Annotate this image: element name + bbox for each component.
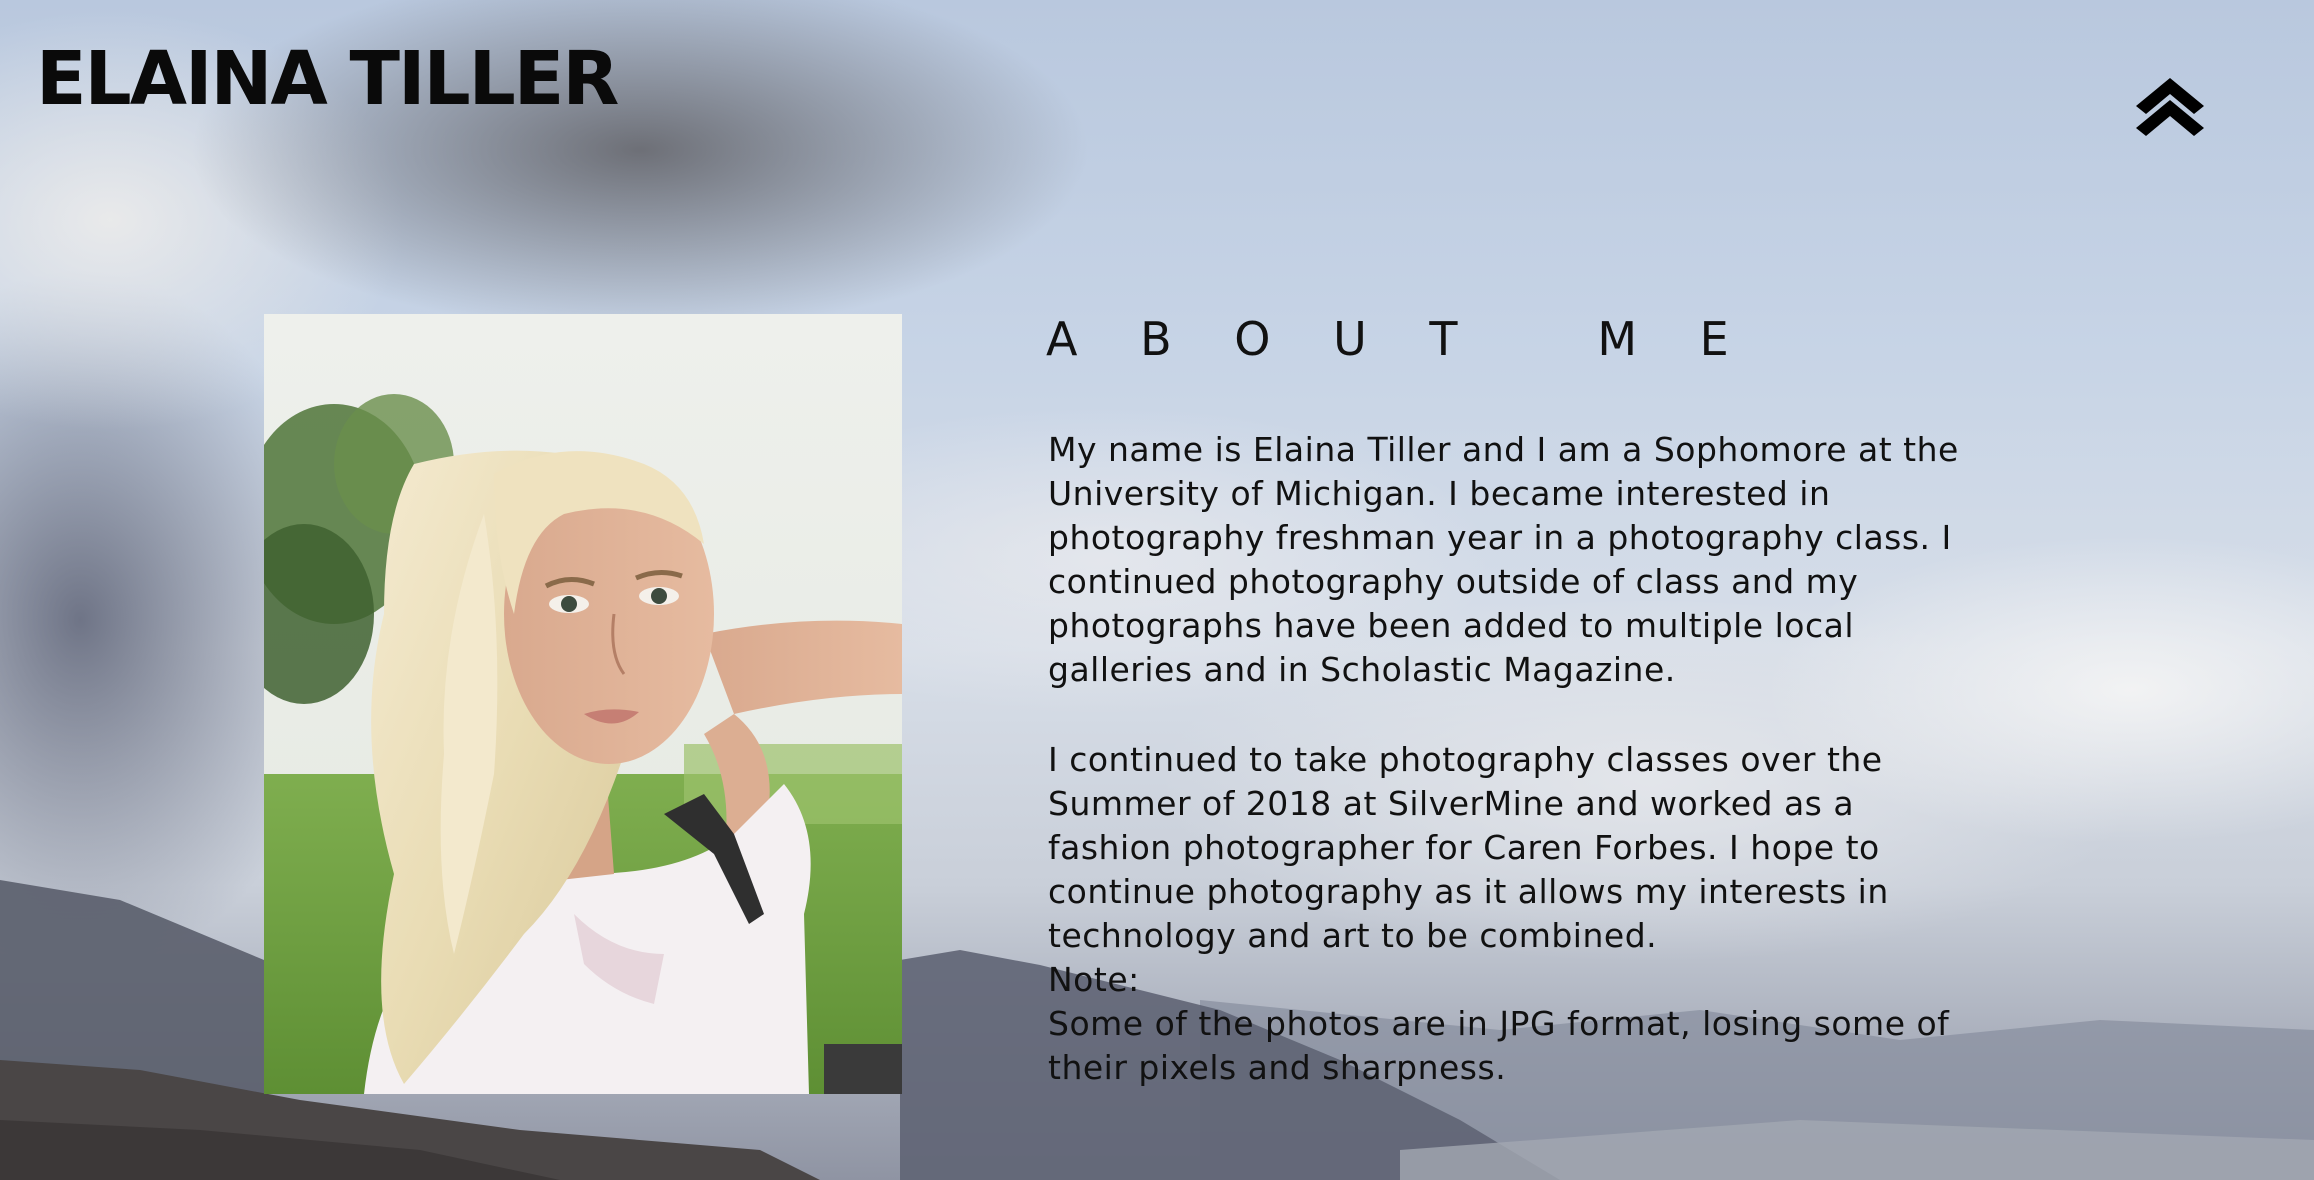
profile-photo [264, 314, 902, 1094]
double-chevron-up-icon [2136, 78, 2204, 136]
about-paragraph-2: I continued to take photography classes … [1048, 740, 1889, 955]
about-paragraph-1: My name is Elaina Tiller and I am a Soph… [1048, 430, 1959, 689]
about-heading: A B O U T M E [1046, 312, 1753, 366]
note-text: Some of the photos are in JPG format, lo… [1048, 1004, 1950, 1087]
about-text: My name is Elaina Tiller and I am a Soph… [1048, 428, 1968, 1090]
portrait-illustration [264, 314, 902, 1094]
note-label: Note: [1048, 960, 1140, 999]
scroll-to-top-button[interactable] [2130, 72, 2210, 142]
site-title[interactable]: ELAINA TILLER [36, 42, 619, 116]
